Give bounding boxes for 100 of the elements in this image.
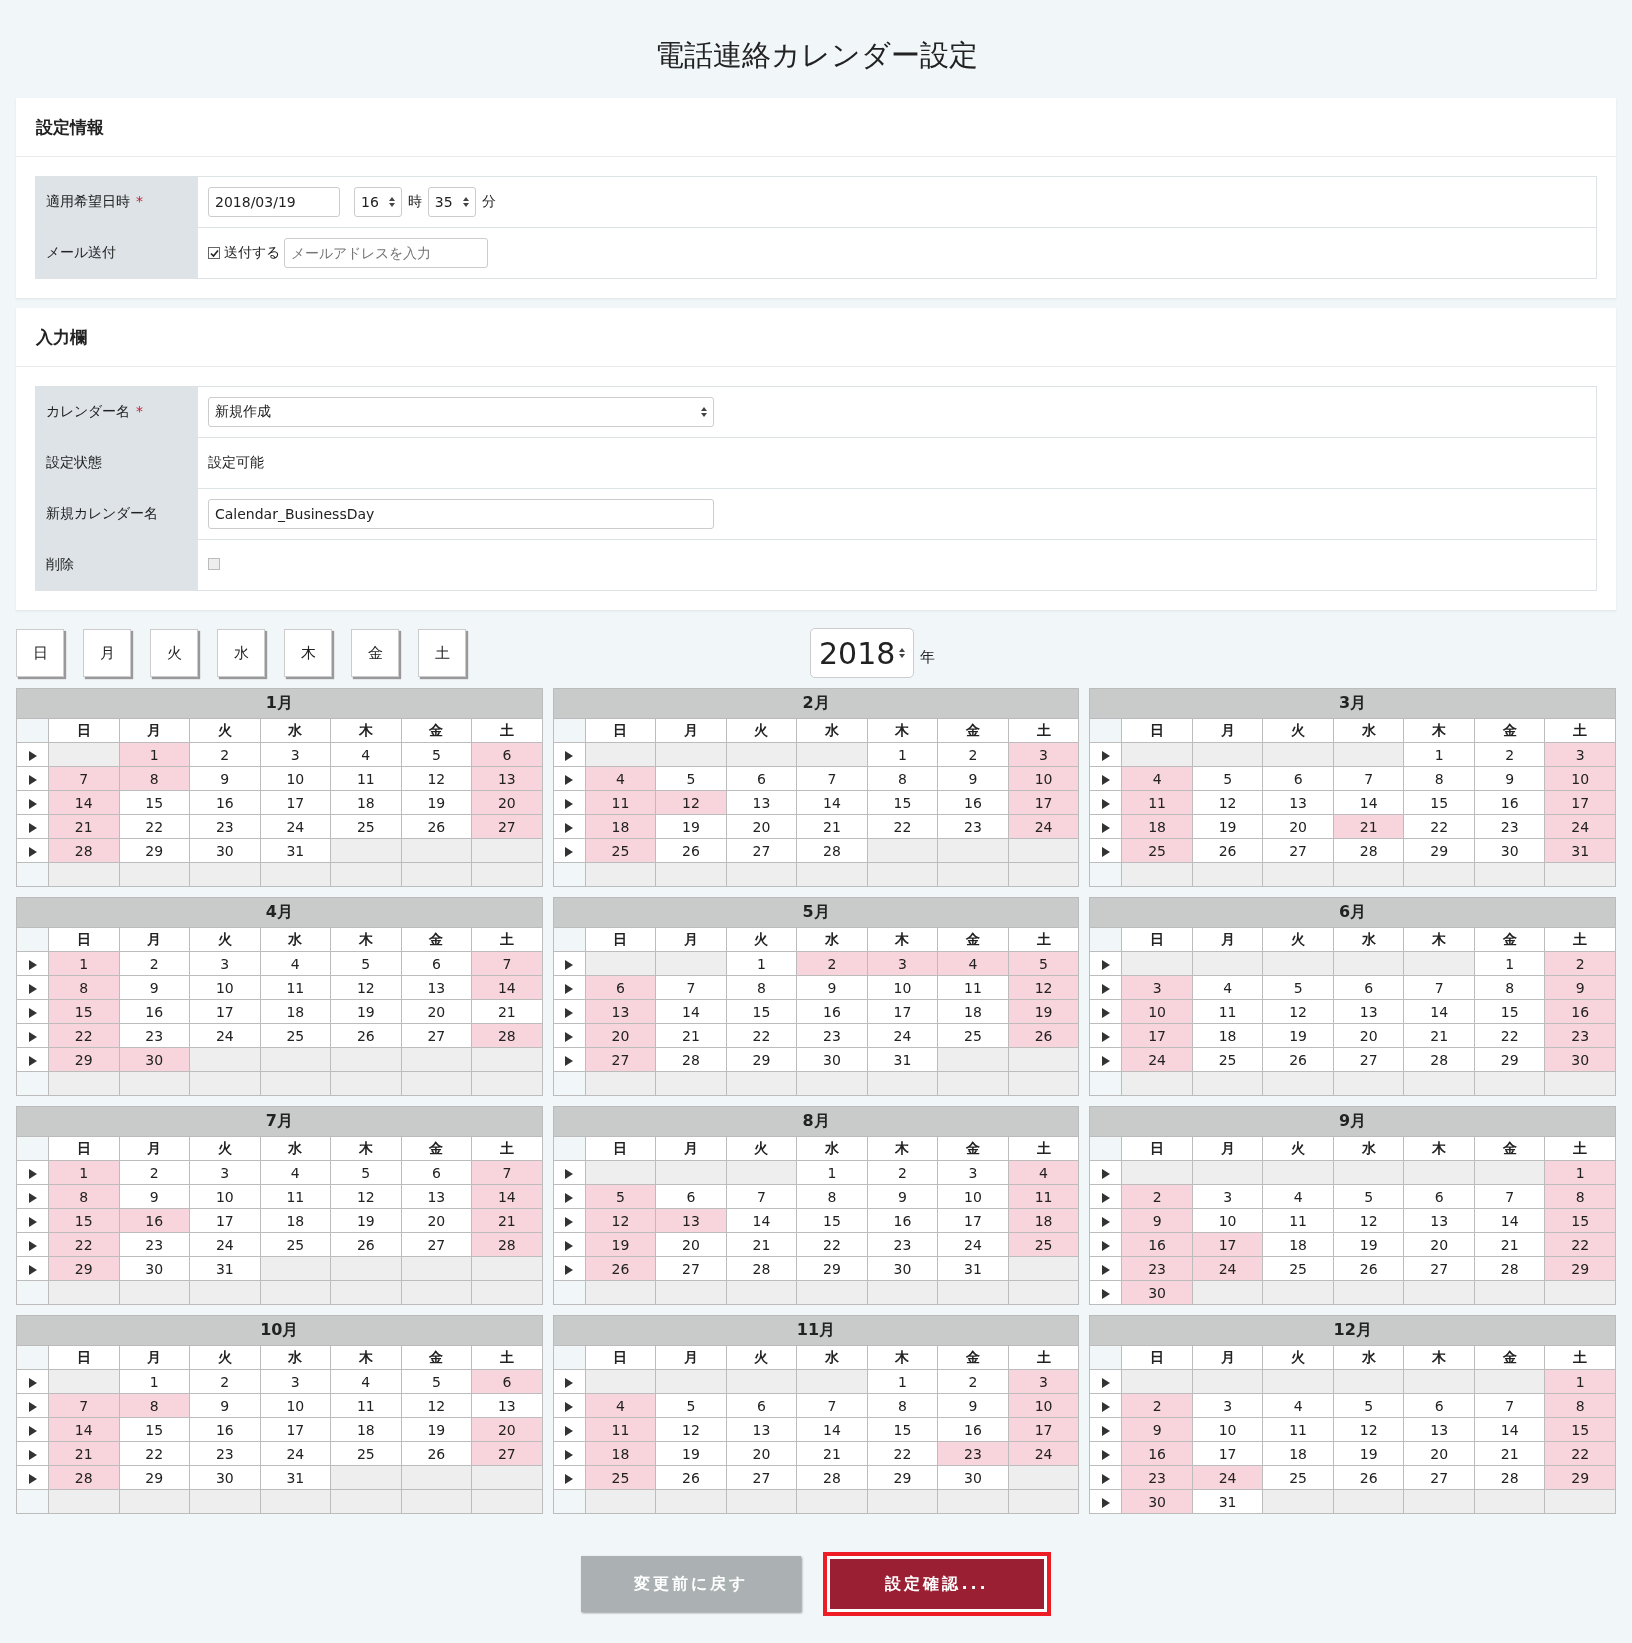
weekday-button[interactable]: 金 [351, 629, 399, 677]
row-select-icon[interactable] [1101, 1449, 1110, 1460]
field-label: 削除 [35, 539, 198, 591]
field-label: 設定状態 [35, 437, 198, 489]
month-title: 5月 [553, 897, 1079, 928]
calendar-name-field[interactable]: Calendar_BusinessDay [208, 499, 714, 529]
row-select-icon[interactable] [565, 1401, 574, 1412]
row-select-icon[interactable] [565, 959, 574, 970]
row-select-icon[interactable] [565, 1007, 574, 1018]
weekday-button[interactable]: 日 [16, 629, 64, 677]
row-select-icon[interactable] [565, 1264, 574, 1275]
unit-label: 分 [481, 193, 496, 211]
row-select-icon[interactable] [28, 1240, 37, 1251]
row-select-icon[interactable] [565, 1031, 574, 1042]
email-field[interactable]: メールアドレスを入力 [284, 238, 488, 268]
row-select-icon[interactable] [28, 798, 37, 809]
month-title: 1月 [16, 688, 543, 719]
row-select-icon[interactable] [1101, 1168, 1110, 1179]
row-select-icon[interactable] [28, 822, 37, 833]
row-select-icon[interactable] [28, 1264, 37, 1275]
row-select-icon[interactable] [28, 1216, 37, 1227]
unit-label: 年 [920, 647, 935, 667]
row-select-icon[interactable] [1101, 1264, 1110, 1275]
row-select-icon[interactable] [1101, 983, 1110, 994]
row-select-icon[interactable] [1101, 1192, 1110, 1203]
spinner-arrows-icon[interactable] [462, 196, 469, 208]
status-value: 設定可能 [208, 454, 264, 470]
row-select-icon[interactable] [28, 846, 37, 857]
month-title: 4月 [16, 897, 543, 928]
row-select-icon[interactable] [1101, 1473, 1110, 1484]
row-select-icon[interactable] [565, 1168, 574, 1179]
page-title: 電話連絡カレンダー設定 [653, 37, 979, 74]
row-select-icon[interactable] [28, 1473, 37, 1484]
row-select-icon[interactable] [28, 774, 37, 785]
section-heading: 入力欄 [36, 325, 87, 349]
weekday-button[interactable]: 火 [150, 629, 198, 677]
checkbox[interactable] [208, 247, 220, 259]
row-select-icon[interactable] [565, 1425, 574, 1436]
row-select-icon[interactable] [28, 959, 37, 970]
field-label: 新規カレンダー名 [35, 488, 198, 540]
month-title: 12月 [1089, 1315, 1616, 1346]
row-select-icon[interactable] [565, 846, 574, 857]
row-select-icon[interactable] [565, 798, 574, 809]
weekday-button[interactable]: 木 [284, 629, 332, 677]
month-title: 10月 [16, 1315, 543, 1346]
weekday-button[interactable]: 土 [418, 629, 466, 677]
row-select-icon[interactable] [565, 750, 574, 761]
row-select-icon[interactable] [28, 1007, 37, 1018]
row-select-icon[interactable] [1101, 1288, 1110, 1299]
row-select-icon[interactable] [1101, 1055, 1110, 1066]
row-select-icon[interactable] [565, 1449, 574, 1460]
row-select-icon[interactable] [565, 774, 574, 785]
row-select-icon[interactable] [1101, 822, 1110, 833]
month-title: 6月 [1089, 897, 1616, 928]
date-field[interactable]: 2018/03/19 [208, 187, 340, 217]
row-select-icon[interactable] [565, 1192, 574, 1203]
spinner-arrows-icon[interactable] [899, 647, 905, 659]
row-select-icon[interactable] [1101, 1497, 1110, 1508]
row-select-icon[interactable] [565, 1377, 574, 1388]
month-title: 9月 [1089, 1106, 1616, 1137]
row-select-icon[interactable] [1101, 1007, 1110, 1018]
minute-select[interactable]: 35 [427, 187, 476, 217]
row-select-icon[interactable] [1101, 959, 1110, 970]
row-select-icon[interactable] [1101, 1377, 1110, 1388]
row-select-icon[interactable] [1101, 1401, 1110, 1412]
hour-select[interactable]: 16 [354, 187, 402, 217]
row-select-icon[interactable] [28, 750, 37, 761]
weekday-button[interactable]: 水 [217, 629, 265, 677]
month-title: 7月 [16, 1106, 543, 1137]
row-select-icon[interactable] [1101, 1425, 1110, 1436]
row-select-icon[interactable] [28, 1168, 37, 1179]
row-select-icon[interactable] [28, 983, 37, 994]
confirm-button[interactable]: 設定確認... [823, 1552, 1051, 1616]
row-select-icon[interactable] [565, 1055, 574, 1066]
row-select-icon[interactable] [28, 1055, 37, 1066]
row-select-icon[interactable] [28, 1377, 37, 1388]
row-select-icon[interactable] [1101, 1240, 1110, 1251]
row-select-icon[interactable] [1101, 1216, 1110, 1227]
checkbox[interactable] [208, 558, 220, 570]
row-select-icon[interactable] [1101, 798, 1110, 809]
row-select-icon[interactable] [28, 1192, 37, 1203]
row-select-icon[interactable] [565, 983, 574, 994]
row-select-icon[interactable] [28, 1031, 37, 1042]
row-select-icon[interactable] [1101, 750, 1110, 761]
row-select-icon[interactable] [565, 1473, 574, 1484]
row-select-icon[interactable] [1101, 1031, 1110, 1042]
row-select-icon[interactable] [28, 1401, 37, 1412]
weekday-button[interactable]: 月 [83, 629, 131, 677]
spinner-arrows-icon[interactable] [388, 196, 395, 208]
row-select-icon[interactable] [1101, 846, 1110, 857]
row-select-icon[interactable] [565, 1216, 574, 1227]
calendar-select[interactable]: 新規作成 [208, 397, 714, 427]
row-select-icon[interactable] [28, 1425, 37, 1436]
year-select[interactable]: 2018 [810, 628, 914, 678]
row-select-icon[interactable] [565, 822, 574, 833]
spinner-arrows-icon[interactable] [701, 406, 707, 418]
row-select-icon[interactable] [28, 1449, 37, 1460]
row-select-icon[interactable] [1101, 774, 1110, 785]
month-title: 3月 [1089, 688, 1616, 719]
row-select-icon[interactable] [565, 1240, 574, 1251]
